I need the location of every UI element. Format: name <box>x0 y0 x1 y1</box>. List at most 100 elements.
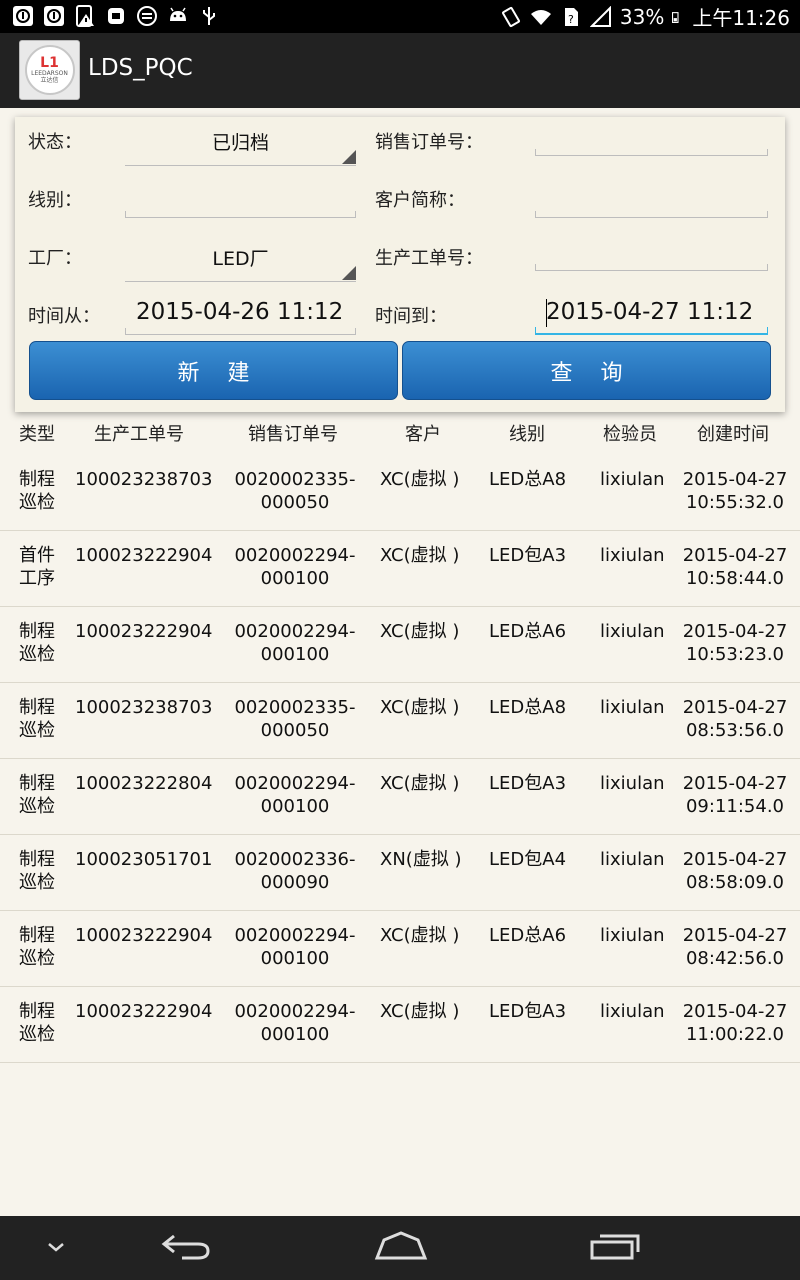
sales-order-input[interactable] <box>535 116 768 156</box>
created-time-cell: 2015-04-27 08:42:56.0 <box>680 924 790 970</box>
logo-ring: L1 LEEDARSON 立达信 <box>24 45 75 95</box>
factory-spinner[interactable]: LED厂 <box>125 234 356 282</box>
time-from-input[interactable]: 2015-04-26 11:12 <box>125 295 356 335</box>
work-order-cell: 100023222904 <box>75 925 213 946</box>
created-date: 2015-04-27 <box>682 469 788 490</box>
customer-cell: XN(虚拟 ) <box>380 849 462 870</box>
header-work-order: 生产工单号 <box>94 424 184 445</box>
line-input[interactable] <box>125 178 356 218</box>
created-time-cell: 2015-04-27 11:00:22.0 <box>680 1000 790 1046</box>
sales-order-cell: 0020002294-000100 <box>234 621 356 665</box>
created-clock: 08:58:09.0 <box>685 872 784 893</box>
created-date: 2015-04-27 <box>682 1001 788 1022</box>
created-time-cell: 2015-04-27 10:53:23.0 <box>680 620 790 666</box>
header-inspector: 检验员 <box>603 424 657 445</box>
text-cursor <box>546 299 547 327</box>
header-line: 线别 <box>509 424 545 445</box>
created-date: 2015-04-27 <box>682 849 788 870</box>
created-clock: 11:00:22.0 <box>685 1024 784 1045</box>
time-to-input[interactable]: 2015-04-27 11:12 <box>535 295 768 335</box>
line-cell: LED包A3 <box>489 773 567 794</box>
table-row[interactable]: 制程巡检 100023222904 0020002294-000100 XC(虚拟 )… <box>0 987 800 1063</box>
logo-mark: L1 <box>40 55 59 71</box>
app-logo[interactable]: L1 LEEDARSON 立达信 <box>19 40 80 100</box>
line-cell: LED包A4 <box>489 849 567 870</box>
home-icon[interactable] <box>374 1230 428 1264</box>
created-clock: 10:58:44.0 <box>685 568 784 589</box>
inspector-cell: lixiulan <box>600 925 665 946</box>
type-cell: 制程巡检 <box>19 849 55 893</box>
type-cell: 制程巡检 <box>19 773 55 817</box>
battery-icon <box>672 11 679 23</box>
table-row[interactable]: 制程巡检 100023051701 0020002336-000090 XN(虚拟 )… <box>0 835 800 911</box>
status-spinner[interactable]: 已归档 <box>125 118 356 166</box>
sales-order-label: 销售订单号： <box>375 132 483 153</box>
table-row[interactable]: 制程巡检 100023222904 0020002294-000100 XC(虚拟 )… <box>0 607 800 683</box>
usb-icon <box>198 5 220 27</box>
created-date: 2015-04-27 <box>682 621 788 642</box>
android-icon <box>167 5 189 27</box>
new-button[interactable]: 新建 <box>29 341 398 400</box>
line-cell: LED总A6 <box>489 621 567 642</box>
line-label: 线别： <box>28 190 82 211</box>
inspector-cell: lixiulan <box>600 469 665 490</box>
logo-text: LEEDARSON <box>31 70 68 77</box>
created-time-cell: 2015-04-27 10:55:32.0 <box>680 468 790 514</box>
sales-order-cell: 0020002336-000090 <box>234 849 356 893</box>
sales-order-cell: 0020002294-000100 <box>234 773 356 817</box>
type-cell: 制程巡检 <box>19 1001 55 1045</box>
svg-text:?: ? <box>568 13 574 26</box>
sync-icon <box>136 5 158 27</box>
notification-icon <box>43 5 65 27</box>
line-cell: LED总A8 <box>489 697 567 718</box>
line-cell: LED包A3 <box>489 545 567 566</box>
sales-order-cell: 0020002335-000050 <box>234 469 356 513</box>
type-cell: 制程巡检 <box>19 621 55 665</box>
created-date: 2015-04-27 <box>682 773 788 794</box>
created-time-cell: 2015-04-27 10:58:44.0 <box>680 544 790 590</box>
customer-cell: XC(虚拟 ) <box>380 773 460 794</box>
time-from-label: 时间从： <box>28 306 100 327</box>
table-row[interactable]: 制程巡检 100023238703 0020002335-000050 XC(虚拟 )… <box>0 455 800 531</box>
app-icon <box>105 5 127 27</box>
time-from-value: 2015-04-26 11:12 <box>136 299 344 325</box>
customer-label: 客户简称： <box>375 190 465 211</box>
table-row[interactable]: 制程巡检 100023238703 0020002335-000050 XC(虚拟 )… <box>0 683 800 759</box>
warning-icon <box>74 5 96 27</box>
query-button[interactable]: 查询 <box>402 341 771 400</box>
system-status: ? 33% 上午11:26 <box>500 3 790 30</box>
inspector-cell: lixiulan <box>600 545 665 566</box>
dropdown-triangle-icon <box>342 150 356 164</box>
app-title: LDS_PQC <box>88 55 193 81</box>
vibrate-icon <box>501 6 520 27</box>
wifi-icon <box>530 9 551 25</box>
inspector-cell: lixiulan <box>600 697 665 718</box>
status-value: 已归档 <box>211 132 269 154</box>
status-bar: ? 33% 上午11:26 <box>0 0 800 33</box>
customer-input[interactable] <box>535 178 768 218</box>
table-row[interactable]: 制程巡检 100023222804 0020002294-000100 XC(虚拟 )… <box>0 759 800 835</box>
hide-keyboard-icon[interactable] <box>44 1240 68 1256</box>
table-row[interactable]: 首件工序 100023222904 0020002294-000100 XC(虚拟 )… <box>0 531 800 607</box>
header-type: 类型 <box>19 424 55 445</box>
logo-cn: 立达信 <box>40 77 59 84</box>
signal-icon <box>589 5 611 27</box>
customer-cell: XC(虚拟 ) <box>380 697 460 718</box>
recent-apps-icon[interactable] <box>588 1230 642 1264</box>
status-label: 状态： <box>28 132 82 153</box>
type-cell: 制程巡检 <box>19 697 55 741</box>
time-to-label: 时间到： <box>375 306 447 327</box>
work-order-cell: 100023051701 <box>75 849 213 870</box>
created-date: 2015-04-27 <box>682 545 788 566</box>
work-order-cell: 100023222904 <box>75 1001 213 1022</box>
inspector-cell: lixiulan <box>600 849 665 870</box>
type-cell: 首件工序 <box>19 545 55 589</box>
created-clock: 10:53:23.0 <box>685 644 784 665</box>
work-order-cell: 100023238703 <box>75 697 213 718</box>
work-order-input[interactable] <box>535 231 768 271</box>
created-date: 2015-04-27 <box>682 697 788 718</box>
table-row[interactable]: 制程巡检 100023222904 0020002294-000100 XC(虚拟 )… <box>0 911 800 987</box>
header-customer: 客户 <box>405 424 441 445</box>
back-icon[interactable] <box>160 1230 212 1264</box>
navigation-bar <box>0 1216 800 1280</box>
